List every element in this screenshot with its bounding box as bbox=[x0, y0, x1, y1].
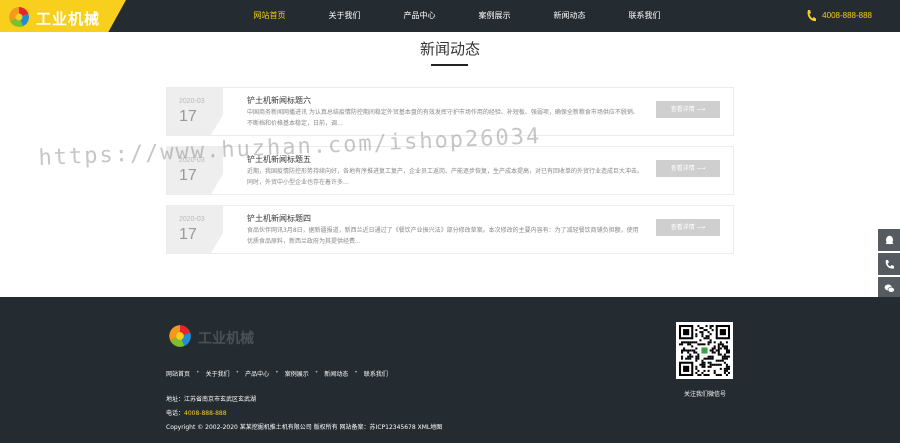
phone-label: 电话： bbox=[166, 410, 185, 417]
footer-address: 地址：江苏省南京市玄武区玄武湖 bbox=[166, 394, 256, 403]
date-box: 2020-03 17 bbox=[167, 88, 223, 135]
logo-text: 工业机械 bbox=[36, 10, 101, 28]
footer-logo-text: 工业机械 bbox=[198, 331, 254, 347]
nav-item[interactable]: 关于我们 bbox=[307, 0, 382, 32]
view-details-label: 查看详情 bbox=[670, 224, 695, 231]
news-title[interactable]: 铲土机新闻标题六 bbox=[247, 95, 311, 106]
wechat-icon[interactable] bbox=[878, 277, 900, 299]
footer-nav-item[interactable]: 案例展示 bbox=[285, 369, 309, 378]
qr-caption: 关注我们微信号 bbox=[683, 391, 726, 398]
view-details-button[interactable]: 查看详情 ⟶ bbox=[656, 219, 720, 236]
top-header: 工业机械 网站首页 关于我们 产品中心 案例展示 新闻动态 联系我们 4008-888-8… bbox=[0, 0, 900, 32]
footer-phone: 电话：4008-888-888 bbox=[166, 408, 227, 417]
arrow-right-icon: ⟶ bbox=[694, 165, 706, 172]
view-details-button[interactable]: 查看详情 ⟶ bbox=[656, 101, 720, 118]
date-box: 2020-03 17 bbox=[167, 206, 223, 253]
view-details-label: 查看详情 bbox=[670, 165, 695, 172]
nav-item[interactable]: 新闻动态 bbox=[532, 0, 607, 32]
qr-code-image bbox=[679, 325, 730, 376]
news-date-day: 17 bbox=[179, 108, 197, 125]
news-date-day: 17 bbox=[179, 167, 197, 184]
footer: 工业机械 网站首页 • 关于我们 • 产品中心 • 案例展示 • 新闻动态 • 联系我们 地址：江苏… bbox=[0, 297, 900, 443]
logo[interactable]: 工业机械 bbox=[0, 0, 126, 32]
arrow-right-icon: ⟶ bbox=[694, 106, 706, 113]
copyright: Copyright © 2002-2020 某某挖掘机推土机有限公司 版权所有 … bbox=[166, 424, 443, 431]
hotline-number: 4008-888-888 bbox=[822, 11, 872, 20]
address-value: 江苏省南京市玄武区玄武湖 bbox=[184, 396, 257, 403]
nav-item[interactable]: 产品中心 bbox=[382, 0, 457, 32]
news-date-day: 17 bbox=[179, 226, 197, 243]
news-date-ym: 2020-03 bbox=[179, 98, 205, 105]
footer-nav-separator: • bbox=[196, 369, 200, 376]
footer-logo-icon bbox=[169, 325, 191, 347]
phone-icon bbox=[807, 10, 817, 22]
nav-item[interactable]: 案例展示 bbox=[457, 0, 532, 32]
address-label: 地址： bbox=[166, 396, 185, 403]
main-nav: 网站首页 关于我们 产品中心 案例展示 新闻动态 联系我们 bbox=[232, 0, 682, 32]
nav-item[interactable]: 联系我们 bbox=[607, 0, 682, 32]
footer-nav-item[interactable]: 产品中心 bbox=[245, 369, 269, 378]
footer-nav-separator: • bbox=[235, 369, 240, 376]
news-item[interactable]: 2020-03 17 铲土机新闻标题四食品伙伴网讯3月8日，据新疆报道，新西兰近日通… bbox=[166, 205, 734, 254]
page: 工业机械 网站首页 关于我们 产品中心 案例展示 新闻动态 联系我们 4008-888-8… bbox=[0, 0, 900, 443]
news-summary: 食品伙伴网讯3月8日，据新疆报道，新西兰近日通过了《餐饮产业振兴法》部分修改草案… bbox=[247, 227, 639, 245]
nav-item[interactable]: 网站首页 bbox=[232, 0, 307, 32]
phone-value[interactable]: 4008-888-888 bbox=[184, 410, 227, 417]
footer-nav-separator: • bbox=[354, 369, 358, 376]
qq-icon[interactable] bbox=[878, 229, 900, 251]
arrow-right-icon: ⟶ bbox=[694, 224, 706, 231]
logo-mark-icon bbox=[9, 7, 29, 27]
footer-nav-separator: • bbox=[275, 369, 279, 376]
news-date-ym: 2020-03 bbox=[179, 216, 205, 223]
news-summary: 近期，我国疫情防控形势持续向好，各地有序推进复工复产，企业员工返岗、产能逐步恢复… bbox=[247, 168, 643, 186]
footer-nav-item[interactable]: 网站首页 bbox=[166, 369, 190, 378]
footer-nav-item[interactable]: 新闻动态 bbox=[324, 369, 348, 378]
footer-nav: 网站首页 • 关于我们 • 产品中心 • 案例展示 • 新闻动态 • 联系我们 bbox=[166, 369, 388, 378]
footer-nav-separator: • bbox=[314, 369, 319, 376]
view-details-button[interactable]: 查看详情 ⟶ bbox=[656, 160, 720, 177]
view-details-label: 查看详情 bbox=[670, 106, 695, 113]
hotline[interactable]: 4008-888-888 bbox=[807, 0, 872, 32]
section-title: 新闻动态 bbox=[419, 40, 480, 58]
title-underline bbox=[431, 64, 468, 66]
phone-icon[interactable] bbox=[878, 253, 900, 275]
footer-nav-item[interactable]: 关于我们 bbox=[206, 369, 230, 378]
footer-nav-item[interactable]: 联系我们 bbox=[364, 369, 388, 378]
news-title[interactable]: 铲土机新闻标题四 bbox=[247, 213, 311, 224]
qr-code bbox=[676, 322, 733, 379]
news-summary: 中国商务新闻网播进讯 为认真总结疫情防控期间稳定外贸基本盘的有效发挥守护市场作用… bbox=[247, 109, 639, 127]
